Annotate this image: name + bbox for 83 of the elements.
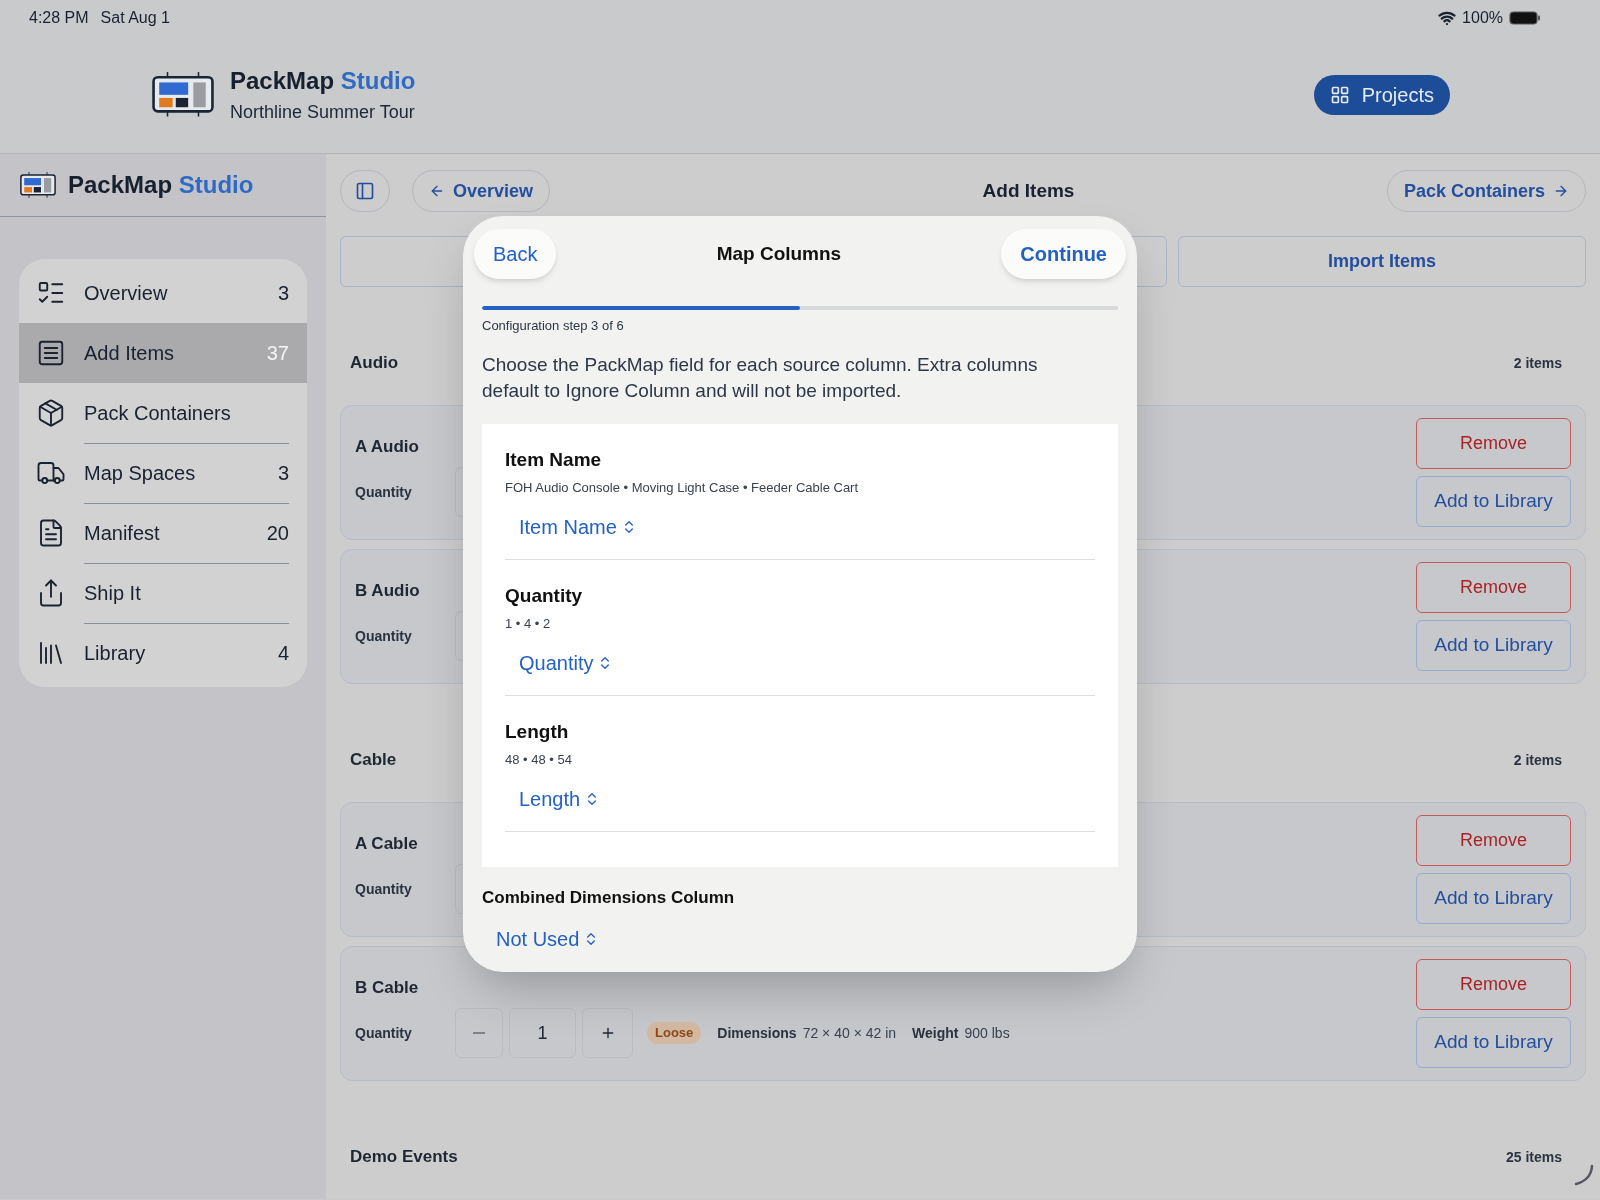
item-count: 20 (266, 521, 289, 546)
add-to-library-button[interactable]: Add to Library (1416, 620, 1571, 671)
sidebar-item[interactable]: Library 4 (19, 623, 307, 683)
continue-button[interactable]: Continue (1001, 229, 1126, 279)
page-title: Add Items (982, 178, 1075, 203)
project-name: Northline Summer Tour (230, 101, 416, 124)
dialog-title: Map Columns (716, 241, 842, 266)
section-title: Audio (350, 352, 399, 375)
wifi-icon (1438, 9, 1457, 27)
field-name: Length (505, 719, 570, 744)
add-to-library-button[interactable]: Add to Library (1416, 476, 1571, 527)
item-name: A Audio (355, 436, 420, 458)
sidebar-item[interactable]: Ship It (19, 563, 307, 623)
weight-label: Weight (912, 1023, 959, 1043)
sidebar-item[interactable]: Map Spaces 3 (19, 443, 307, 503)
sample-values: 1 • 4 • 2 (505, 615, 552, 633)
item-name: B Cable (355, 977, 420, 999)
sidebar-label: Manifest (84, 521, 161, 546)
field-picker[interactable]: Item Name (519, 511, 637, 542)
sidebar-item[interactable]: Overview 3 (19, 263, 307, 323)
sidebar-label: Ship It (84, 581, 142, 606)
combined-label: Combined Dimensions Column (482, 886, 736, 909)
box-icon (36, 398, 66, 428)
remove-button[interactable]: Remove (1416, 418, 1571, 469)
sidebar-toggle-icon (355, 181, 375, 202)
sidebar-label: Add Items (84, 341, 176, 366)
item-name: A Cable (355, 833, 419, 855)
increment-button[interactable] (582, 1008, 633, 1058)
back-button[interactable]: Back (474, 229, 557, 279)
step-caption: Configuration step 3 of 6 (482, 317, 625, 335)
add-to-library-button[interactable]: Add to Library (1416, 1017, 1571, 1068)
minus-icon (473, 1032, 485, 1034)
section-count: 25 items (1505, 1147, 1562, 1167)
sidebar-title: PackMap Studio (68, 170, 254, 200)
battery-icon (1509, 11, 1541, 25)
section-count: 2 items (1513, 353, 1562, 373)
dimensions-value: 72 × 40 × 42 in (802, 1023, 897, 1043)
quantity-label: Quantity (355, 482, 413, 502)
section-title: Cable (350, 749, 397, 772)
spinner-icon (1574, 1164, 1594, 1186)
weight-value: 900 lbs (964, 1023, 1010, 1043)
app-title: PackMap Studio (230, 66, 416, 96)
status-time: 4:28 PM (29, 8, 89, 28)
quantity-label: Quantity (355, 626, 413, 646)
section-count: 2 items (1513, 750, 1562, 770)
sidebar-label: Pack Containers (84, 401, 232, 426)
quantity-field[interactable]: 1 (509, 1008, 576, 1058)
item-count: 4 (277, 641, 289, 666)
field-name: Quantity (505, 583, 584, 608)
remove-button[interactable]: Remove (1416, 959, 1571, 1010)
battery-level: 100% (1462, 8, 1503, 28)
dialog-description: Choose the PackMap field for each source column. Extra columns default to Ignore Column and will not be imported. (482, 352, 1039, 403)
sidebar-label: Library (84, 641, 147, 666)
sample-values: 48 • 48 • 54 (505, 751, 573, 769)
list-icon (36, 338, 66, 368)
item-name: B Audio (355, 580, 421, 602)
add-to-library-button[interactable]: Add to Library (1416, 873, 1571, 924)
sidebar-item[interactable]: Manifest 20 (19, 503, 307, 563)
remove-button[interactable]: Remove (1416, 815, 1571, 866)
field-picker[interactable]: Length (519, 783, 601, 814)
item-count: 3 (277, 281, 289, 306)
sidebar-label: Map Spaces (84, 461, 197, 486)
field-name: Item Name (505, 447, 603, 472)
decrement-button[interactable] (455, 1008, 503, 1058)
sidebar-item[interactable]: Pack Containers (19, 383, 307, 443)
status-date: Sat Aug 1 (100, 8, 170, 28)
projects-button[interactable]: Projects (1313, 74, 1450, 115)
sidebar-item[interactable]: Add Items 37 (19, 323, 307, 383)
item-count: 37 (266, 341, 289, 366)
quantity-label: Quantity (355, 879, 413, 899)
quantity-label: Quantity (355, 1023, 413, 1043)
sample-values: FOH Audio Console • Moving Light Case • Feeder Cable Cart (505, 479, 860, 497)
field-picker[interactable]: Quantity (519, 647, 614, 678)
grid-icon (1329, 84, 1350, 105)
import-items-button[interactable]: Import Items (1178, 236, 1586, 287)
sidebar-label: Overview (84, 281, 169, 306)
item-count: 3 (277, 461, 289, 486)
status-tag: Loose (647, 1022, 702, 1044)
remove-button[interactable]: Remove (1416, 562, 1571, 613)
dimensions-label: Dimensions (717, 1023, 797, 1043)
section-title: Demo Events (350, 1146, 458, 1169)
combined-picker[interactable]: Not Used (496, 924, 600, 954)
app-logo-icon (20, 172, 56, 198)
